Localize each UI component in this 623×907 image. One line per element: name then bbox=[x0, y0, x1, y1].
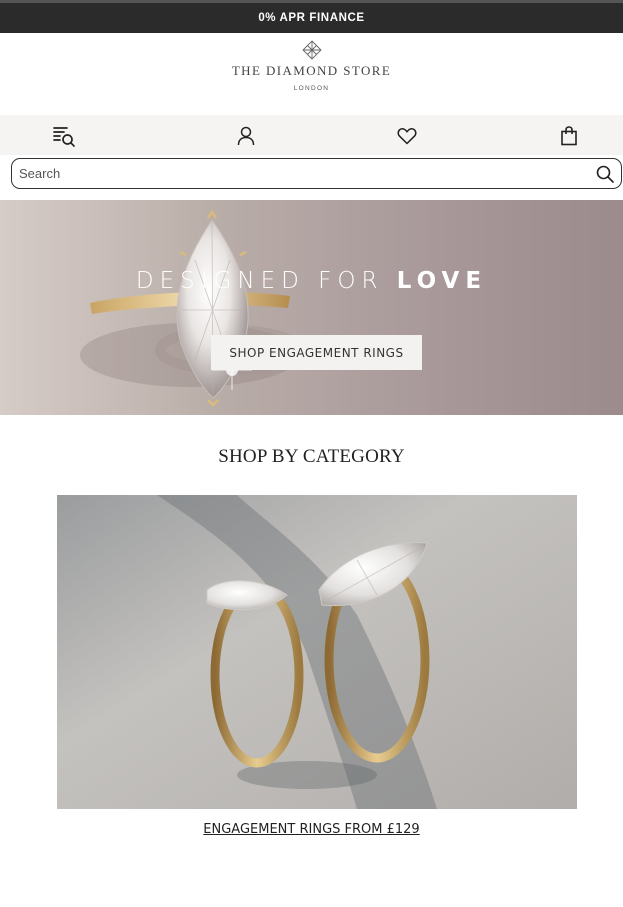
engagement-rings-image bbox=[57, 495, 577, 809]
header-icon-bar bbox=[0, 115, 623, 155]
hero-banner[interactable] bbox=[0, 200, 623, 415]
wishlist-heart-icon bbox=[397, 128, 417, 145]
account-icon bbox=[237, 126, 255, 146]
category-card-engagement-rings[interactable] bbox=[57, 495, 577, 809]
section-title: SHOP BY CATEGORY bbox=[218, 446, 405, 467]
engagement-rings-link[interactable]: ENGAGEMENT RINGS FROM £129 bbox=[0, 822, 623, 837]
logo-location: LONDON bbox=[293, 85, 330, 92]
cart-button[interactable] bbox=[557, 124, 581, 148]
logo-name: THE DIAMOND STORE bbox=[231, 63, 392, 78]
search-bar bbox=[11, 158, 622, 189]
menu-search-button[interactable] bbox=[52, 124, 76, 148]
hero-ring-image bbox=[0, 200, 623, 415]
wishlist-button[interactable] bbox=[395, 124, 419, 148]
search-icon bbox=[596, 165, 614, 183]
shopping-bag-icon bbox=[561, 126, 577, 146]
account-button[interactable] bbox=[234, 124, 258, 148]
diamond-logo-icon bbox=[301, 40, 322, 60]
shop-engagement-rings-button[interactable]: SHOP ENGAGEMENT RINGS bbox=[211, 335, 422, 370]
store-logo[interactable]: THE DIAMOND STORE LONDON bbox=[0, 33, 623, 115]
search-input[interactable] bbox=[19, 159, 589, 188]
promo-finance-link[interactable]: 0% APR FINANCE bbox=[258, 12, 364, 24]
search-button[interactable] bbox=[595, 164, 615, 184]
menu-search-icon bbox=[53, 127, 75, 147]
hero-title: DESIGNED FOR LOVE bbox=[135, 268, 488, 294]
promo-bar: 0% APR FINANCE bbox=[0, 0, 623, 33]
